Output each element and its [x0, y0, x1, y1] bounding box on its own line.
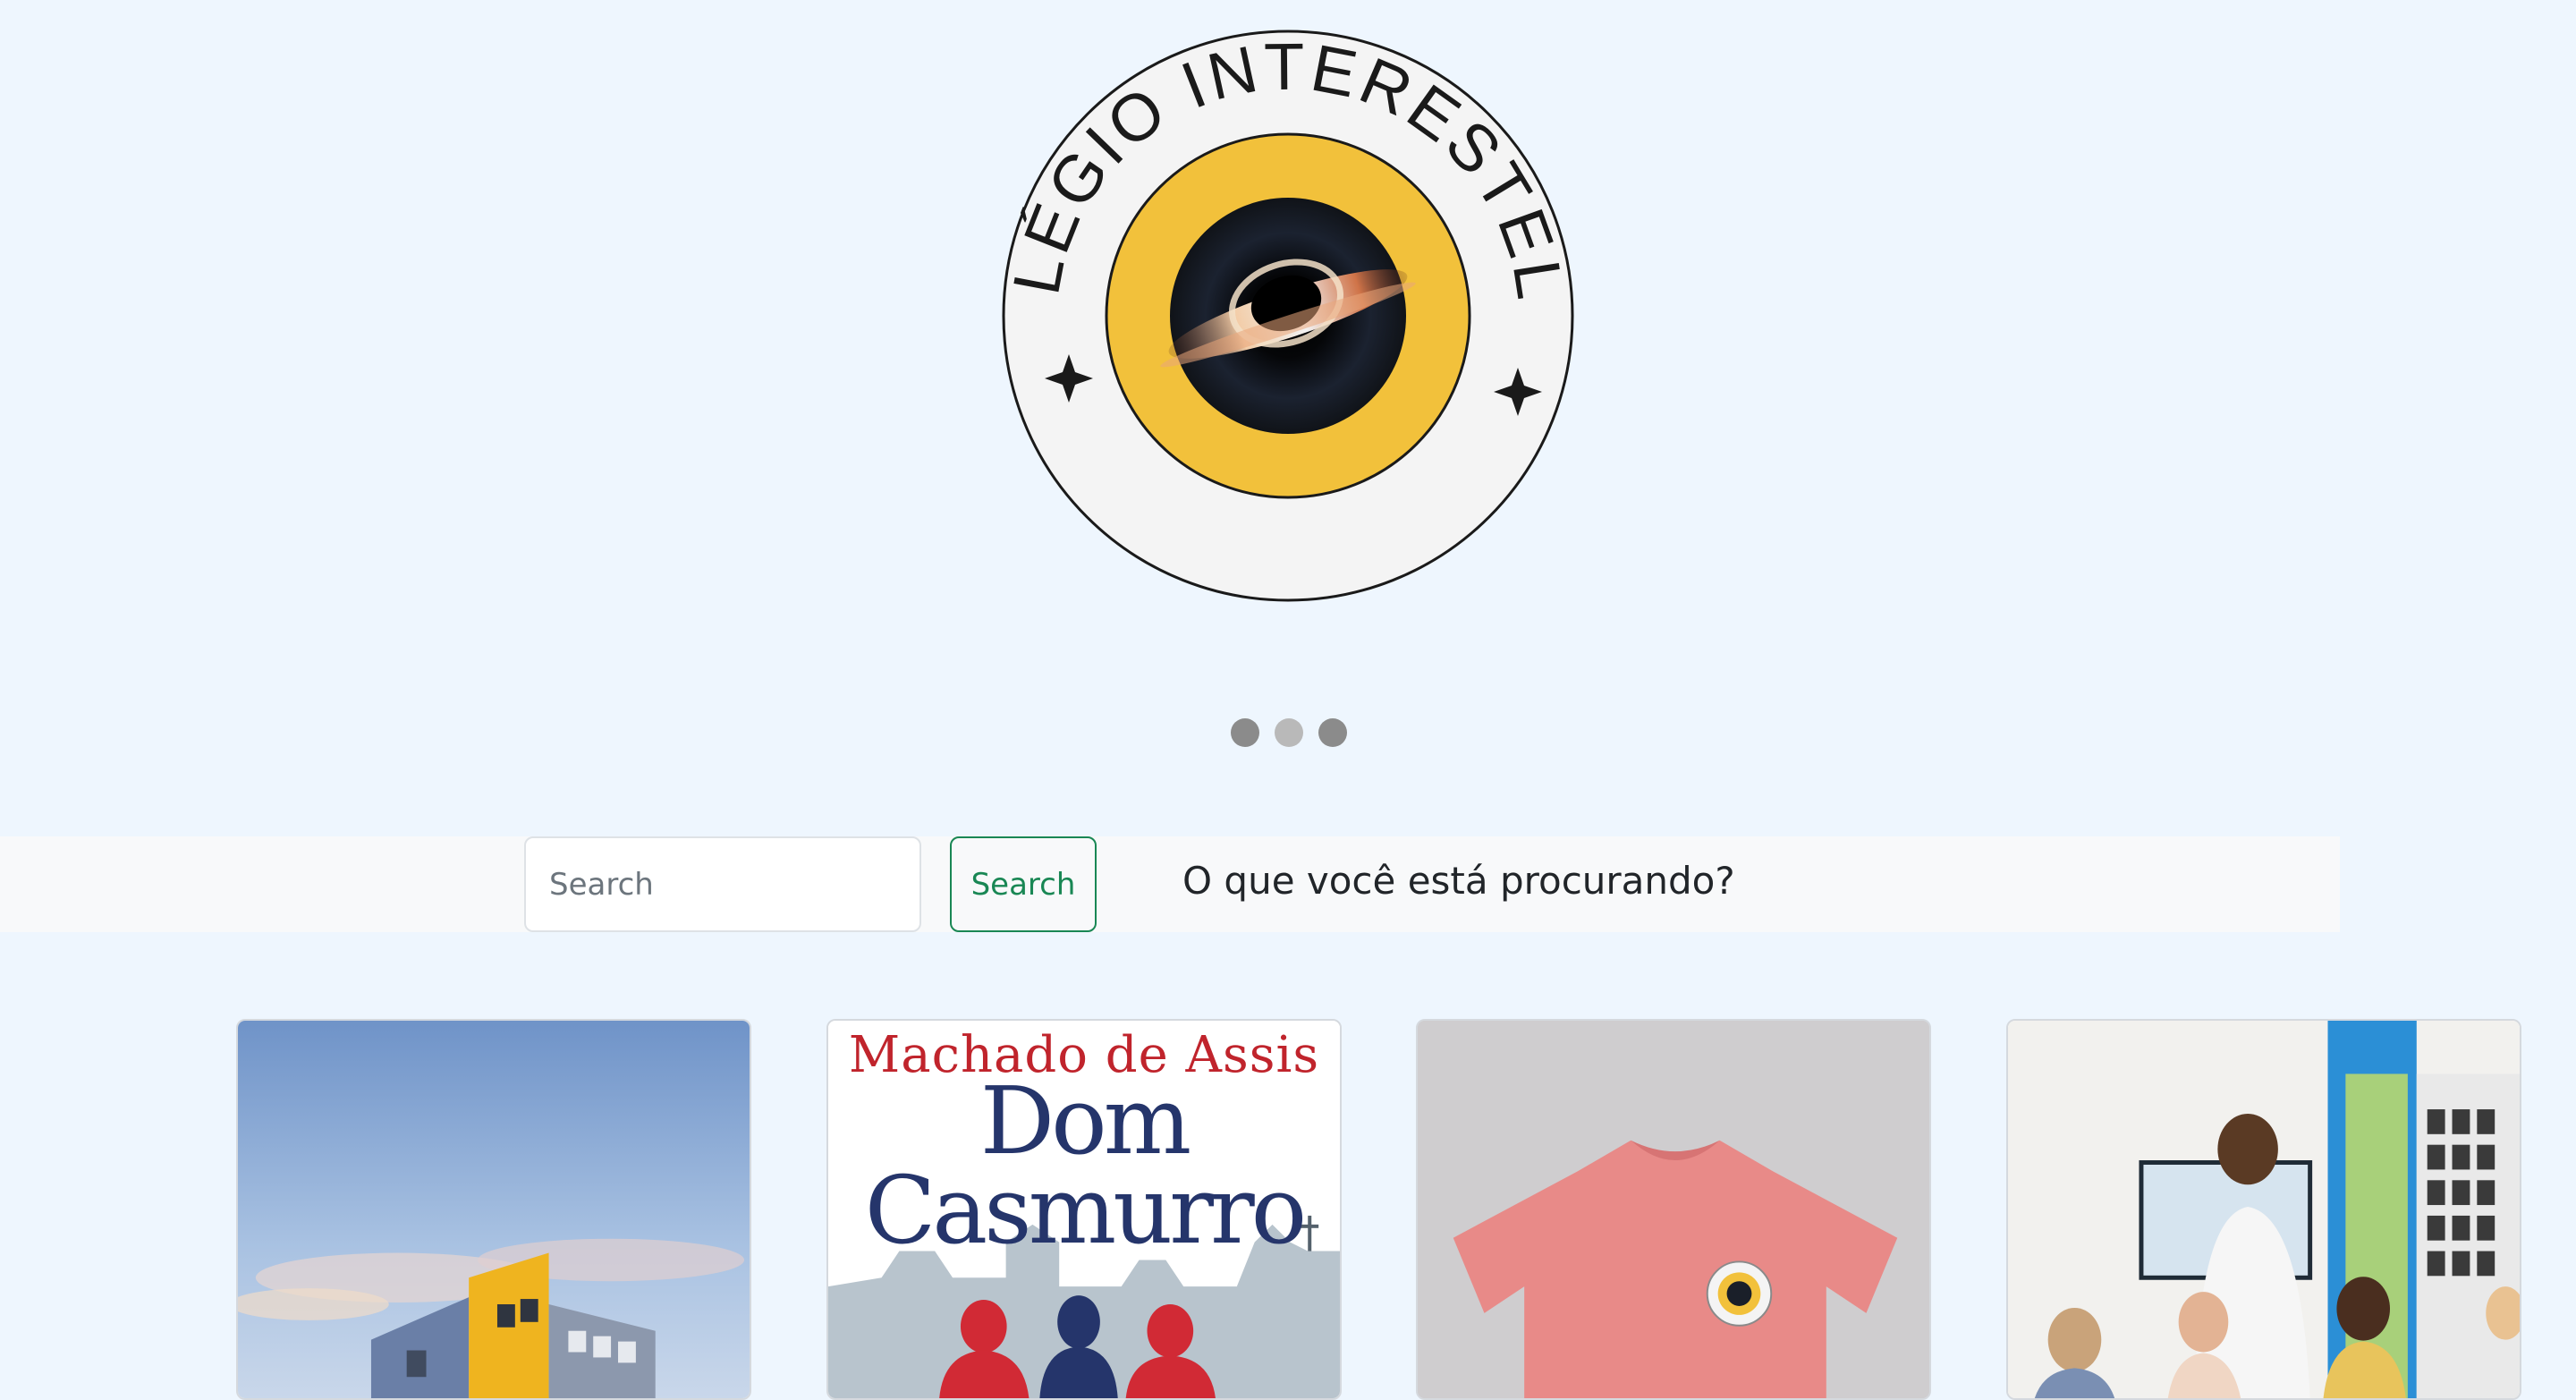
page: COLÉGIO INTERESTELAR Search O que você e…	[0, 0, 2576, 1400]
carousel-indicator-2[interactable]	[1275, 718, 1303, 747]
school-logo: COLÉGIO INTERESTELAR	[1002, 30, 1574, 602]
school-building-image	[238, 1021, 750, 1398]
school-shirt-image	[1418, 1021, 1929, 1398]
card-book-dom-casmurro[interactable]: Machado de Assis Dom Casmurro	[826, 1019, 1342, 1400]
search-bar: Search O que você está procurando?	[0, 836, 2340, 932]
search-prompt-text: O que você está procurando?	[1182, 859, 1735, 903]
card-classroom[interactable]	[2006, 1019, 2521, 1400]
carousel-indicator-3[interactable]	[1318, 718, 1347, 747]
card-school-shirt[interactable]	[1416, 1019, 1931, 1400]
card-school-building[interactable]	[236, 1019, 751, 1400]
hero-carousel[interactable]: COLÉGIO INTERESTELAR	[0, 0, 2576, 787]
carousel-indicators	[1231, 718, 1347, 747]
carousel-indicator-1[interactable]	[1231, 718, 1259, 747]
book-title: Dom Casmurro	[864, 1066, 1308, 1265]
classroom-image	[2008, 1021, 2520, 1398]
search-input[interactable]	[524, 836, 921, 932]
search-button[interactable]: Search	[950, 836, 1097, 932]
